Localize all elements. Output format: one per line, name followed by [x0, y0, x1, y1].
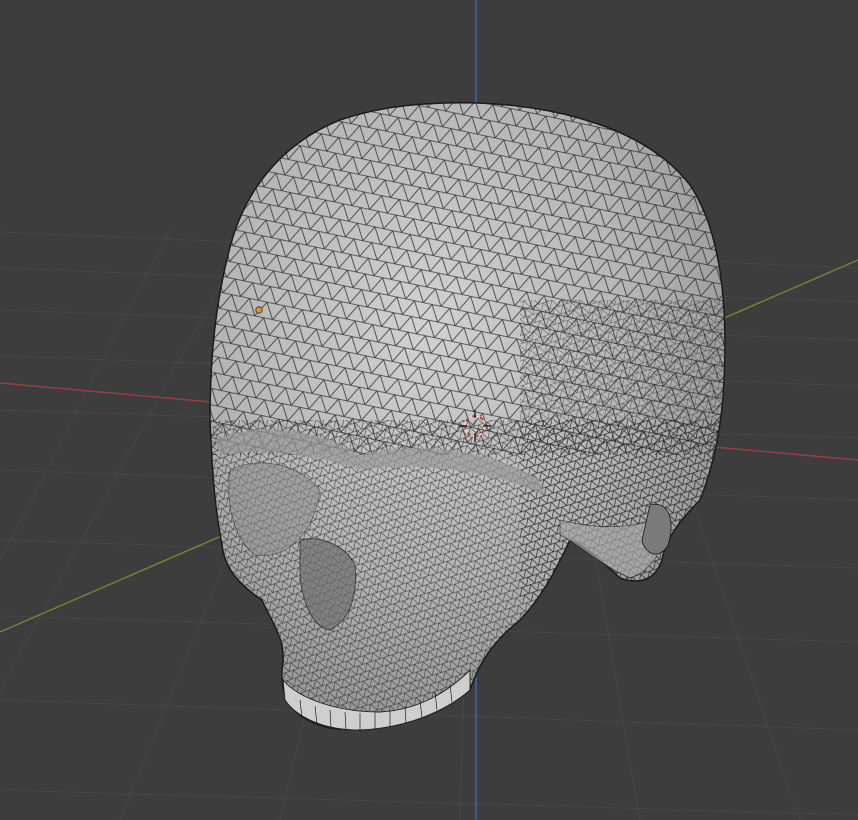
3d-viewport[interactable] [0, 0, 858, 820]
skull-mesh[interactable] [200, 95, 740, 750]
object-origin-dot[interactable] [255, 306, 263, 314]
viewport-canvas[interactable] [0, 0, 858, 820]
